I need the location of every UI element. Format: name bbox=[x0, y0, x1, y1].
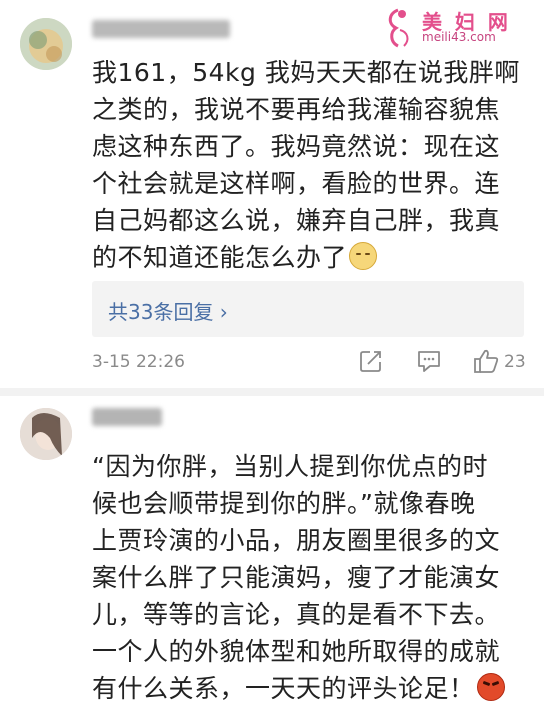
angry-emoji-icon bbox=[476, 673, 505, 701]
replies-link-label[interactable]: 共33条回复 › bbox=[108, 296, 228, 325]
comment-line-last: 的不知道还能怎么办了 bbox=[92, 239, 522, 276]
comment-text: 我161，54kg 我妈天天都在说我胖啊 之类的，我说不要再给我灌输容貌焦 虑这… bbox=[92, 54, 522, 276]
comment-line: 虑这种东西了。我妈竟然说：现在这 bbox=[92, 132, 501, 161]
like-icon[interactable] bbox=[472, 348, 500, 378]
comment-line: 上贾玲演的小品，朋友圈里很多的文 bbox=[92, 526, 501, 555]
like-count: 23 bbox=[504, 352, 526, 372]
username-blurred[interactable] bbox=[92, 408, 162, 426]
avatar[interactable] bbox=[20, 408, 72, 460]
comment-line: 案什么胖了只能演妈，瘦了才能演女 bbox=[92, 563, 501, 592]
comment-line: 个社会就是这样啊，看脸的世界。连 bbox=[92, 169, 501, 198]
blush-emoji-icon bbox=[349, 242, 378, 270]
comment-line-text: 有什么关系，一天天的评头论足！ bbox=[92, 674, 475, 703]
comment-icon[interactable] bbox=[416, 348, 442, 378]
replies-link[interactable]: 共33条回复 › bbox=[92, 281, 524, 337]
comment-text: “因为你胖，当别人提到你优点的时 候也会顺带提到你的胖。”就像春晚 上贾玲演的小… bbox=[92, 448, 522, 707]
comment-line: 之类的，我说不要再给我灌输容貌焦 bbox=[92, 95, 501, 124]
comment-meta-bar: 3-15 22:26 23 bbox=[0, 348, 544, 378]
watermark-url: meili43.com bbox=[422, 30, 496, 44]
comment-line: 我161，54kg 我妈天天都在说我胖啊 bbox=[92, 58, 520, 87]
comment-line-text: 的不知道还能怎么办了 bbox=[92, 243, 348, 272]
comment-line: 候也会顺带提到你的胖。”就像春晚 bbox=[92, 489, 476, 518]
timestamp: 3-15 22:26 bbox=[92, 352, 185, 372]
avatar[interactable] bbox=[20, 18, 72, 70]
watermark-logo-icon bbox=[388, 8, 409, 48]
username-blurred[interactable] bbox=[92, 20, 230, 38]
comment-line: “因为你胖，当别人提到你优点的时 bbox=[92, 452, 488, 481]
comment-line: 自己妈都这么说，嫌弃自己胖，我真 bbox=[92, 206, 501, 235]
comment-line-last: 有什么关系，一天天的评头论足！ bbox=[92, 670, 522, 707]
comment-line: 儿，等等的言论，真的是看不下去。 bbox=[92, 600, 501, 629]
comment-line: 一个人的外貌体型和她所取得的成就 bbox=[92, 637, 501, 666]
comment-card: 美 妇 网 meili43.com 我161，54kg 我妈天天都在说我胖啊 之… bbox=[0, 0, 544, 392]
comment-card: “因为你胖，当别人提到你优点的时 候也会顺带提到你的胖。”就像春晚 上贾玲演的小… bbox=[0, 392, 544, 703]
watermark: 美 妇 网 meili43.com bbox=[378, 6, 538, 50]
share-icon[interactable] bbox=[358, 348, 384, 378]
